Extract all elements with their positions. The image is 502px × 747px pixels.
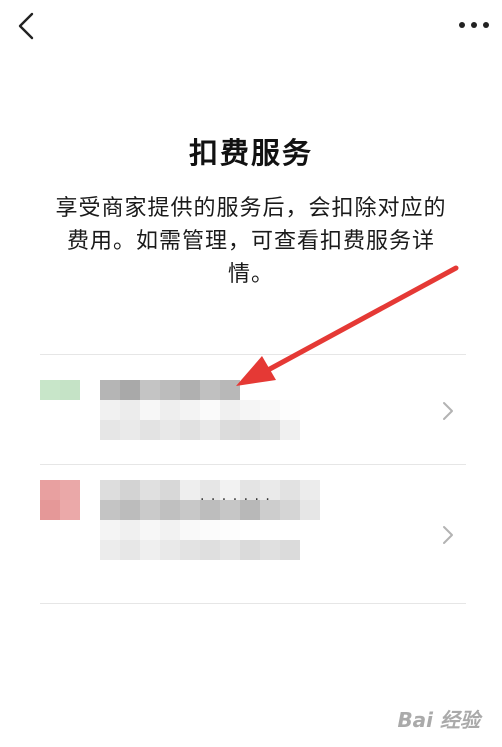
divider <box>40 354 466 355</box>
divider <box>40 464 466 465</box>
service-logo <box>40 380 80 400</box>
back-button[interactable] <box>10 6 46 46</box>
service-logo <box>40 480 80 520</box>
watermark: Bai 经验 <box>397 708 480 732</box>
more-options-button[interactable] <box>454 10 494 40</box>
chevron-right-icon <box>443 402 453 420</box>
blurred-text-dots: · · · · · · · <box>200 492 271 508</box>
service-item[interactable] <box>0 360 502 464</box>
service-detail-blurred <box>100 400 320 440</box>
chevron-right-icon <box>443 526 453 544</box>
service-detail-blurred <box>100 520 300 560</box>
page-description: 享受商家提供的服务后，会扣除对应的费用。如需管理，可查看扣费服务详情。 <box>55 196 447 287</box>
more-dots-icon <box>459 22 489 28</box>
divider <box>40 603 466 604</box>
service-item[interactable]: · · · · · · · <box>0 470 502 602</box>
chevron-left-icon <box>18 12 34 40</box>
page-title: 扣费服务 <box>188 136 313 170</box>
top-bar <box>0 0 502 56</box>
service-name-blurred <box>100 380 240 400</box>
